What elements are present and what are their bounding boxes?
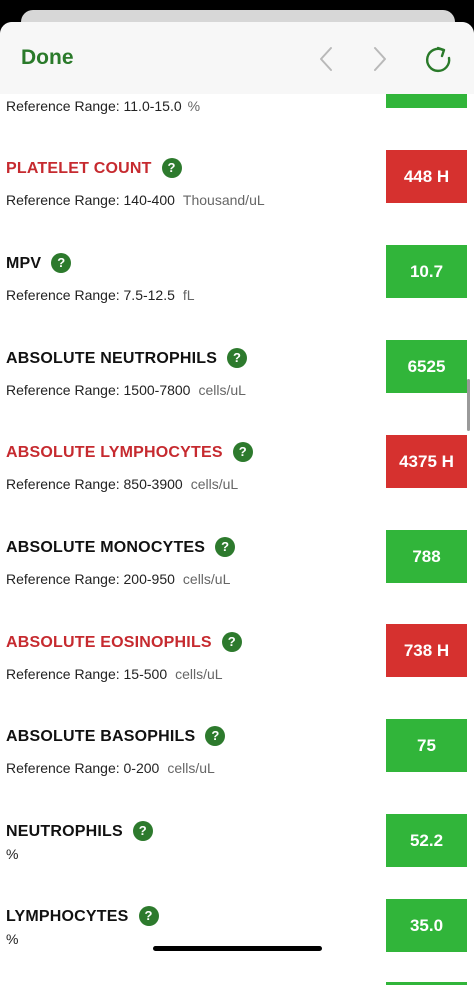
reference-range-text: Reference Range: 200-950 xyxy=(6,571,175,587)
result-value: 738 H xyxy=(386,624,467,677)
reference-range: Reference Range: 140-400 Thousand/uL xyxy=(6,192,265,208)
reference-range: Reference Range: 11.0-15.0% xyxy=(6,98,200,114)
reference-range: % xyxy=(6,846,18,862)
test-name: LYMPHOCYTES? xyxy=(6,906,159,926)
result-row-absolute-basophils: ABSOLUTE BASOPHILS? Reference Range: 0-2… xyxy=(0,719,474,816)
help-icon[interactable]: ? xyxy=(215,537,236,557)
unit-text: fL xyxy=(182,287,195,303)
unit-text: % xyxy=(6,931,19,947)
result-value: 788 xyxy=(386,530,467,583)
help-icon[interactable]: ? xyxy=(51,253,72,273)
help-icon[interactable]: ? xyxy=(132,821,153,841)
result-value: 448 H xyxy=(386,150,467,203)
reference-range: % xyxy=(6,931,18,947)
test-name: ABSOLUTE MONOCYTES? xyxy=(6,537,236,557)
result-row-absolute-neutrophils: ABSOLUTE NEUTROPHILS? Reference Range: 1… xyxy=(0,340,474,438)
test-name-text: LYMPHOCYTES xyxy=(6,908,129,925)
reference-range-text: Reference Range: 140-400 xyxy=(6,192,175,208)
test-name: ABSOLUTE NEUTROPHILS? xyxy=(6,348,248,368)
reference-range: Reference Range: 1500-7800 cells/uL xyxy=(6,382,246,398)
help-icon[interactable]: ? xyxy=(138,906,159,926)
help-icon[interactable]: ? xyxy=(205,726,226,746)
reference-range-text: Reference Range: 1500-7800 xyxy=(6,382,191,398)
unit-text: Thousand/uL xyxy=(182,192,265,208)
chevron-left-icon[interactable] xyxy=(310,42,344,76)
reference-range-text: Reference Range: 850-3900 xyxy=(6,476,183,492)
result-value: 52.2 xyxy=(386,814,467,867)
reload-icon[interactable] xyxy=(421,42,455,76)
help-icon[interactable]: ? xyxy=(221,632,242,652)
result-row-absolute-eosinophils: ABSOLUTE EOSINOPHILS? Reference Range: 1… xyxy=(0,624,474,722)
result-value: 35.0 xyxy=(386,899,467,952)
help-icon[interactable]: ? xyxy=(227,348,248,368)
test-name-text: ABSOLUTE BASOPHILS xyxy=(6,728,196,745)
result-value: 4375 H xyxy=(386,435,467,488)
reference-range-text: Reference Range: 11.0-15.0 xyxy=(6,98,182,114)
results-sheet: Reference Range: 11.0-15.0% PLATELET COU… xyxy=(0,22,474,985)
test-name-text: ABSOLUTE EOSINOPHILS xyxy=(6,634,212,651)
test-name-text: PLATELET COUNT xyxy=(6,160,152,177)
result-value: 10.7 xyxy=(386,245,467,298)
result-row-neutrophils: NEUTROPHILS? % 52.2 xyxy=(0,814,474,911)
test-name-text: ABSOLUTE MONOCYTES xyxy=(6,539,206,556)
result-row-mpv: MPV? Reference Range: 7.5-12.5 fL 10.7 xyxy=(0,245,474,343)
reference-range: Reference Range: 200-950 cells/uL xyxy=(6,571,230,587)
reference-range: Reference Range: 7.5-12.5 fL xyxy=(6,287,195,303)
unit-text: cells/uL xyxy=(198,382,246,398)
unit-text: cells/uL xyxy=(175,666,223,682)
reference-range: Reference Range: 850-3900 cells/uL xyxy=(6,476,238,492)
chevron-right-icon[interactable] xyxy=(362,42,396,76)
reference-range-text: Reference Range: 0-200 xyxy=(6,760,160,776)
test-name-text: ABSOLUTE LYMPHOCYTES xyxy=(6,444,223,461)
test-name-text: ABSOLUTE NEUTROPHILS xyxy=(6,350,218,367)
test-name: ABSOLUTE LYMPHOCYTES? xyxy=(6,442,253,462)
home-indicator[interactable] xyxy=(153,946,322,951)
unit-text: % xyxy=(187,98,201,114)
reference-range-text: Reference Range: 7.5-12.5 xyxy=(6,287,175,303)
help-icon[interactable]: ? xyxy=(161,158,182,178)
scrollbar[interactable] xyxy=(467,379,470,431)
result-row-absolute-lymphocytes: ABSOLUTE LYMPHOCYTES? Reference Range: 8… xyxy=(0,435,474,532)
result-value: 75 xyxy=(386,719,467,772)
test-name: ABSOLUTE BASOPHILS? xyxy=(6,726,226,746)
test-name: MPV? xyxy=(6,253,72,273)
reference-range: Reference Range: 0-200 cells/uL xyxy=(6,760,215,776)
done-button[interactable]: Done xyxy=(21,46,74,70)
unit-text: cells/uL xyxy=(167,760,215,776)
test-name: ABSOLUTE EOSINOPHILS? xyxy=(6,632,242,652)
test-name-text: MPV xyxy=(6,255,42,272)
unit-text: % xyxy=(6,846,19,862)
reference-range-text: Reference Range: 15-500 xyxy=(6,666,168,682)
test-name: NEUTROPHILS? xyxy=(6,821,153,841)
unit-text: cells/uL xyxy=(182,571,231,587)
test-name: PLATELET COUNT? xyxy=(6,158,182,178)
results-list: Reference Range: 11.0-15.0% PLATELET COU… xyxy=(0,22,474,985)
navigation-bar: Done xyxy=(0,22,474,94)
reference-range: Reference Range: 15-500 cells/uL xyxy=(6,666,223,682)
unit-text: cells/uL xyxy=(190,476,239,492)
result-value: 6525 xyxy=(386,340,467,393)
result-row-absolute-monocytes: ABSOLUTE MONOCYTES? Reference Range: 200… xyxy=(0,530,474,627)
help-icon[interactable]: ? xyxy=(232,442,253,462)
test-name-text: NEUTROPHILS xyxy=(6,823,123,840)
result-row-platelet-count: PLATELET COUNT? Reference Range: 140-400… xyxy=(0,150,474,248)
